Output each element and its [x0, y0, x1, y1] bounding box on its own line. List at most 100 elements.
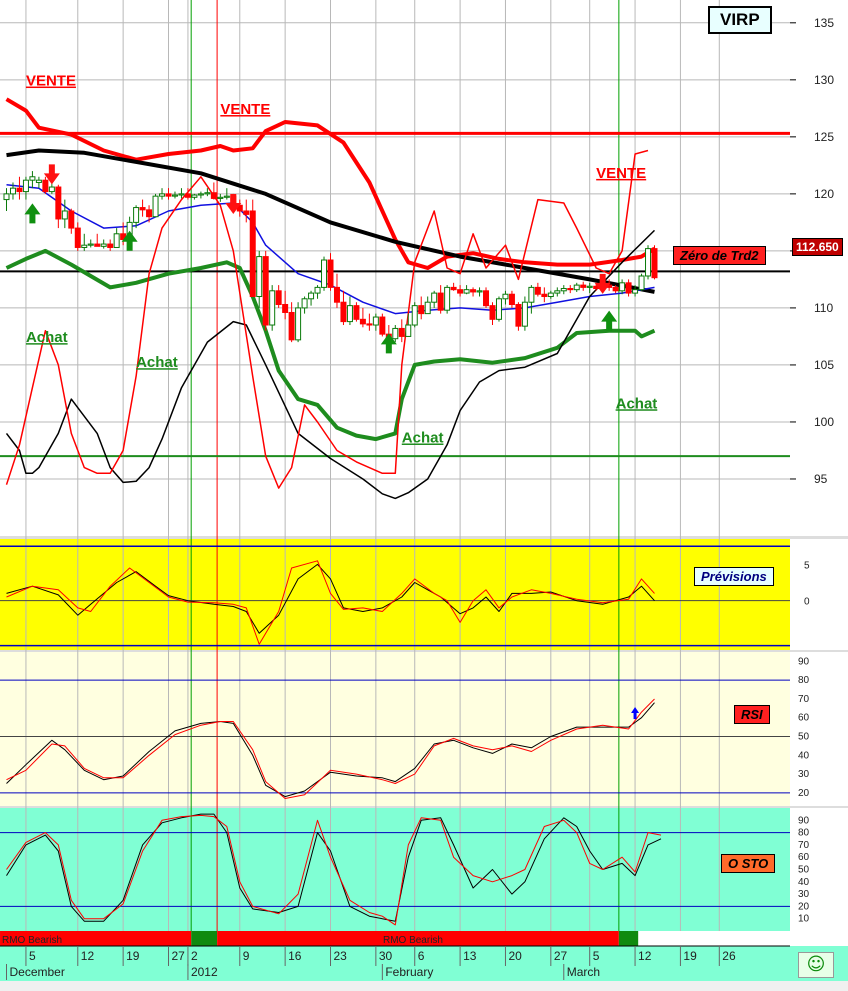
x-tick-label: 23	[334, 949, 348, 963]
smiley-icon: ☺	[806, 954, 826, 975]
scrollbar-track	[0, 981, 848, 991]
candle	[651, 248, 658, 279]
y-tick-label: 130	[814, 73, 834, 87]
last-price: 112.650	[796, 240, 839, 254]
candle	[625, 282, 632, 294]
candle	[632, 289, 639, 294]
candle	[48, 186, 55, 193]
candle	[411, 305, 418, 326]
candle	[424, 301, 431, 315]
candle	[55, 186, 62, 220]
x-tick-label: 19	[126, 949, 140, 963]
candle	[210, 192, 217, 199]
smiley-button[interactable]: ☺	[798, 952, 834, 978]
candle	[204, 192, 211, 195]
trd2-label: Zéro de Trd2	[673, 246, 766, 265]
x-tick-label: 16	[288, 949, 302, 963]
candle	[152, 195, 159, 218]
buy-signal-label: Achat	[616, 395, 658, 412]
rsi-y-tick-label: 40	[798, 750, 810, 761]
candle	[301, 298, 308, 309]
candle	[528, 286, 535, 303]
osto-y-tick-label: 50	[798, 865, 810, 876]
x-tick-label: 5	[29, 949, 36, 963]
y-tick-label: 135	[814, 16, 834, 30]
chart-canvas: VENTEVENTEVENTEAchatAchatAchatAchat95100…	[0, 0, 848, 991]
rmo-label: RMO Bearish	[2, 935, 62, 946]
candle	[113, 233, 120, 248]
panel-separator	[0, 650, 848, 652]
rmo-label: RMO Bearish	[383, 935, 443, 946]
candle	[580, 284, 587, 288]
candle	[444, 286, 451, 311]
buy-signal-label: Achat	[402, 429, 444, 446]
candle	[340, 301, 347, 323]
rsi-label: RSI	[734, 705, 770, 724]
rsi-y-tick-label: 60	[798, 713, 810, 724]
candle	[470, 289, 477, 293]
candle	[560, 288, 567, 292]
rmo-segment	[618, 931, 639, 946]
candle	[262, 256, 269, 326]
candle	[159, 193, 166, 197]
candle	[81, 244, 88, 248]
candle	[22, 179, 29, 193]
x-tick-label: 26	[722, 949, 736, 963]
osto-y-tick-label: 60	[798, 852, 810, 863]
x-tick-label: 20	[508, 949, 522, 963]
buy-signal-label: Achat	[26, 329, 68, 346]
x-tick-label: 5	[593, 949, 600, 963]
candle	[483, 290, 490, 307]
candle	[87, 243, 94, 246]
candle	[547, 292, 554, 298]
price-tag: 112.650	[792, 238, 843, 256]
symbol-title: VIRP	[708, 6, 772, 34]
candle	[515, 303, 522, 327]
candle	[638, 275, 645, 291]
candle	[133, 207, 140, 223]
symbol-title-text: VIRP	[720, 10, 760, 29]
panel-separator	[0, 536, 848, 539]
candle	[346, 305, 353, 323]
rsi-y-tick-label: 70	[798, 694, 810, 705]
candle	[178, 193, 185, 196]
sell-signal-label: VENTE	[220, 101, 270, 118]
x-tick-label: 12	[81, 949, 95, 963]
candle	[645, 248, 652, 277]
candle	[288, 311, 295, 341]
prev-y-tick-label: 5	[804, 560, 810, 571]
buy-signal-label: Achat	[136, 354, 178, 371]
candle	[74, 227, 81, 248]
osto-y-tick-label: 80	[798, 828, 810, 839]
month-label: 2012	[191, 965, 218, 979]
candle	[249, 210, 256, 298]
candle	[9, 187, 16, 195]
x-tick-label: 9	[243, 949, 250, 963]
osto-y-tick-label: 10	[798, 914, 810, 925]
candle	[295, 307, 302, 341]
candle	[191, 194, 198, 198]
candle	[450, 286, 457, 291]
candle	[437, 292, 444, 311]
x-tick-label: 27	[172, 949, 186, 963]
previsions-text: Prévisions	[701, 569, 767, 584]
candle	[42, 179, 49, 193]
x-tick-label: 2	[191, 949, 198, 963]
panel-bg-osto	[0, 808, 790, 931]
candle	[431, 292, 438, 303]
candle	[534, 286, 541, 295]
prev-y-tick-label: 0	[804, 597, 810, 608]
candle	[275, 290, 282, 305]
x-tick-label: 13	[463, 949, 477, 963]
x-tick-label: 6	[418, 949, 425, 963]
osto-text: O STO	[728, 856, 769, 871]
y-tick-label: 110	[814, 301, 833, 315]
candle	[308, 292, 315, 300]
candle	[619, 282, 626, 292]
panel-separator	[0, 806, 848, 808]
candle	[139, 207, 146, 211]
month-label: February	[385, 965, 433, 979]
candle	[398, 327, 405, 337]
y-tick-label: 100	[814, 415, 834, 429]
candle	[327, 259, 334, 288]
